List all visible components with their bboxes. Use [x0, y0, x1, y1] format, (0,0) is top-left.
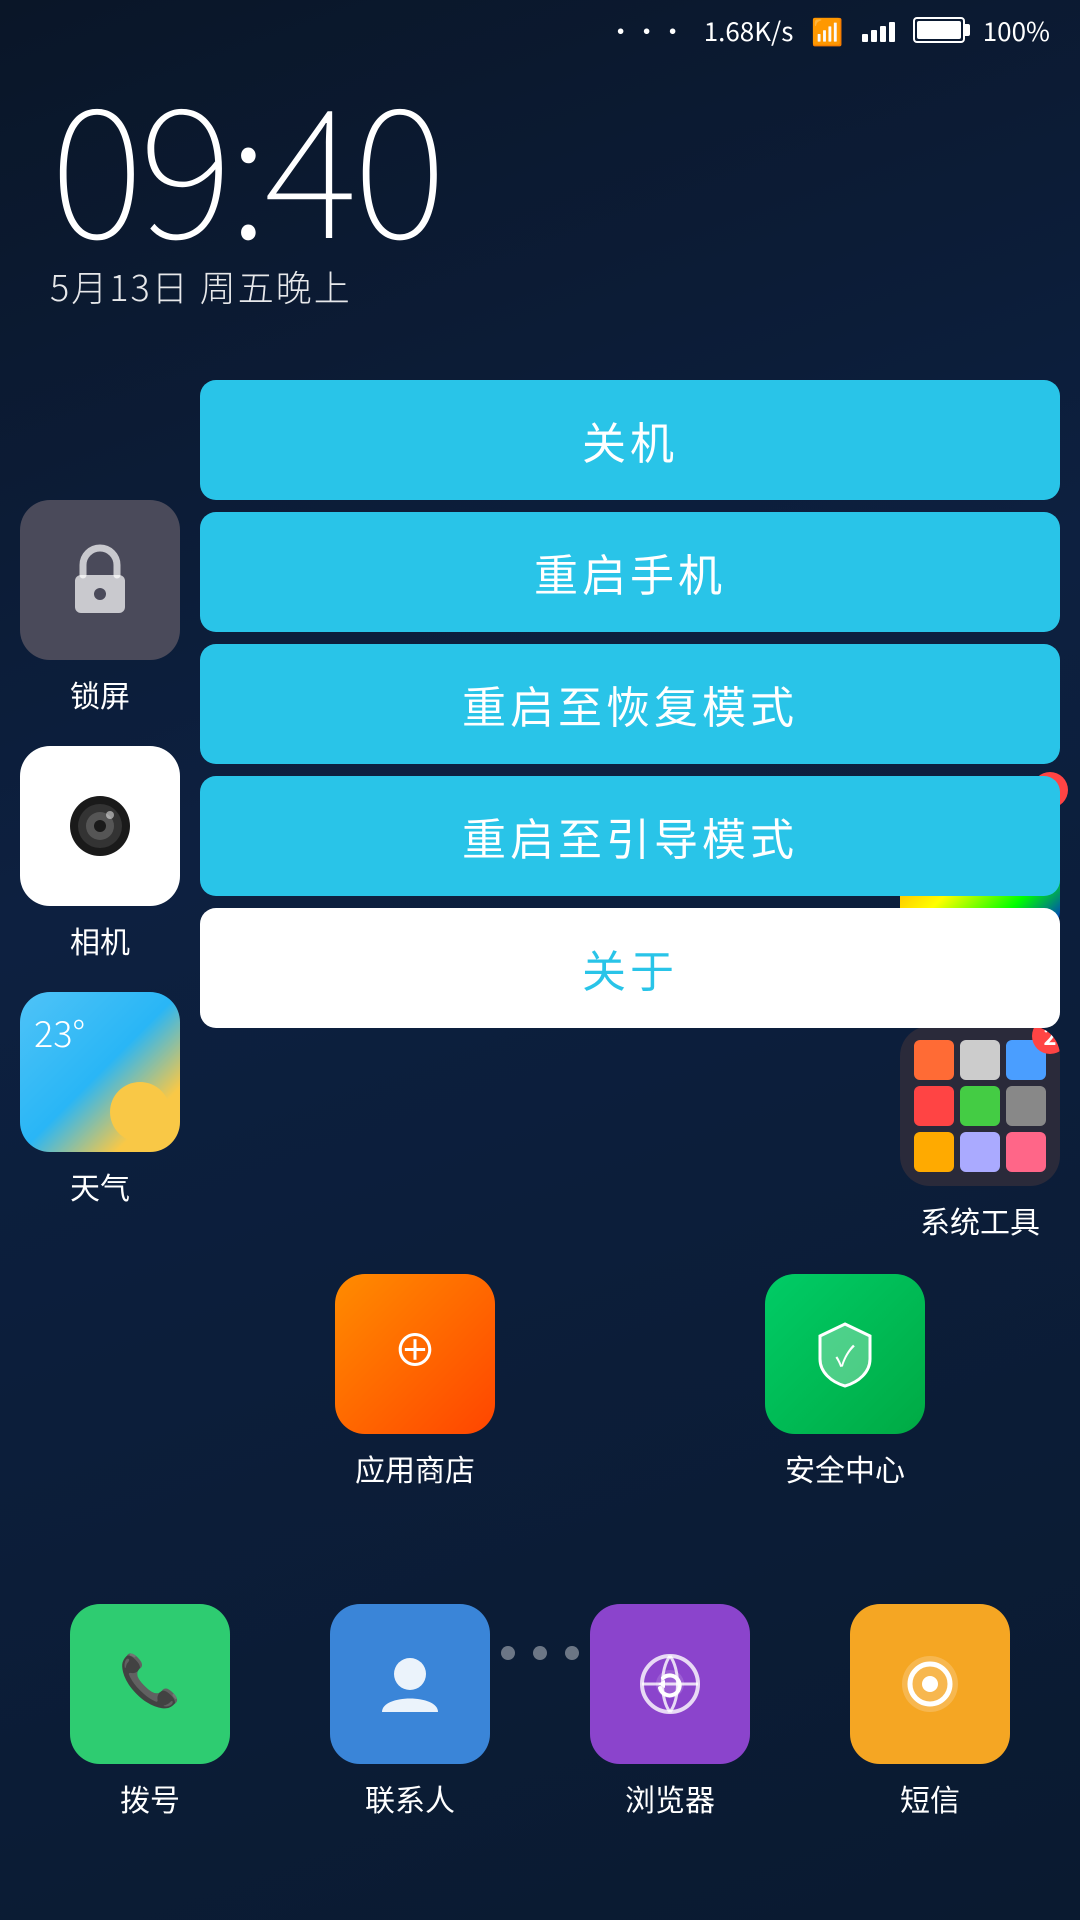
- svg-text:⊕: ⊕: [393, 1315, 437, 1379]
- svg-text:✓: ✓: [835, 1335, 855, 1375]
- app-contacts[interactable]: 联系人: [330, 1604, 490, 1820]
- bottom-dock: 📞 拨号 联系人 浏览器: [0, 1604, 1080, 1820]
- security-icon: ✓: [765, 1274, 925, 1434]
- lock-icon: [20, 500, 180, 660]
- app-phone[interactable]: 📞 拨号: [70, 1604, 230, 1820]
- systool-icon: 2: [900, 1026, 1060, 1186]
- lock-label: 锁屏: [70, 672, 130, 716]
- app-weather[interactable]: 23° 天气: [20, 992, 180, 1208]
- about-button[interactable]: 关于: [200, 908, 1060, 1028]
- battery-icon: [913, 17, 965, 43]
- app-systool[interactable]: 2 系统工具: [900, 1026, 1060, 1242]
- contacts-icon: [330, 1604, 490, 1764]
- app-appstore[interactable]: ⊕ 应用商店: [335, 1274, 495, 1490]
- systool-label: 系统工具: [920, 1198, 1040, 1242]
- status-dots: ···: [608, 12, 686, 49]
- restart-button[interactable]: 重启手机: [200, 512, 1060, 632]
- status-bar: ··· 1.68K/s 📶 100%: [0, 0, 1080, 60]
- network-speed: 1.68K/s: [704, 12, 794, 49]
- phone-label: 拨号: [120, 1776, 180, 1820]
- app-security[interactable]: ✓ 安全中心: [765, 1274, 925, 1490]
- app-lock[interactable]: 锁屏: [20, 500, 180, 716]
- restart-recovery-button[interactable]: 重启至恢复模式: [200, 644, 1060, 764]
- battery-percent: 100%: [983, 12, 1050, 49]
- appstore-icon: ⊕: [335, 1274, 495, 1434]
- power-menu: 关机 重启手机 重启至恢复模式 重启至引导模式 关于: [200, 380, 1060, 1028]
- weather-label: 天气: [70, 1164, 130, 1208]
- camera-icon: [20, 746, 180, 906]
- sms-label: 短信: [900, 1776, 960, 1820]
- middle-apps: ⊕ 应用商店 ✓ 安全中心: [200, 1274, 1060, 1490]
- time-display: 09:40 5月13日 周五晚上: [50, 70, 442, 312]
- weather-icon: 23°: [20, 992, 180, 1152]
- left-apps: 锁屏 相机 23° 天气: [20, 500, 180, 1208]
- contacts-label: 联系人: [365, 1776, 455, 1820]
- security-label: 安全中心: [785, 1446, 905, 1490]
- signal-icon: [862, 18, 895, 42]
- restart-bootloader-button[interactable]: 重启至引导模式: [200, 776, 1060, 896]
- browser-icon: [590, 1604, 750, 1764]
- phone-icon: 📞: [70, 1604, 230, 1764]
- app-camera[interactable]: 相机: [20, 746, 180, 962]
- camera-label: 相机: [70, 918, 130, 962]
- svg-text:📞: 📞: [119, 1644, 182, 1713]
- app-browser[interactable]: 浏览器: [590, 1604, 750, 1820]
- browser-label: 浏览器: [625, 1776, 715, 1820]
- clock: 09:40: [50, 70, 442, 250]
- wifi-icon: 📶: [811, 12, 843, 49]
- app-sms[interactable]: 短信: [850, 1604, 1010, 1820]
- sms-icon: [850, 1604, 1010, 1764]
- appstore-label: 应用商店: [355, 1446, 475, 1490]
- shutdown-button[interactable]: 关机: [200, 380, 1060, 500]
